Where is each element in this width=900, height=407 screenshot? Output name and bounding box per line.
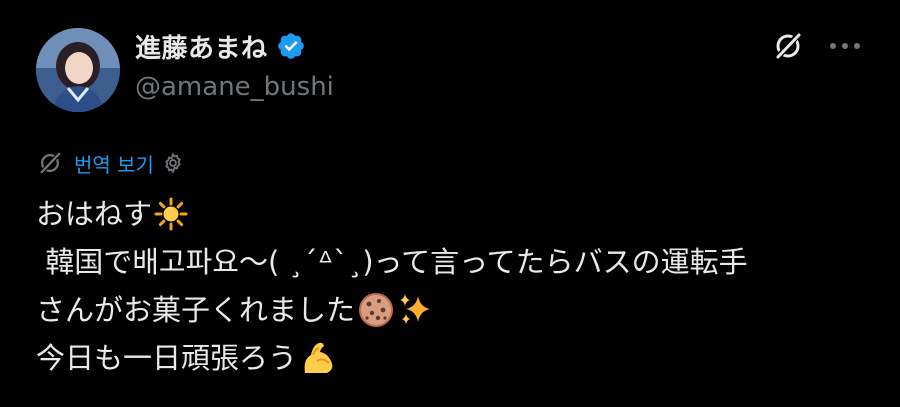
- gear-icon[interactable]: [162, 152, 184, 174]
- tweet-line-3: さんがお菓子くれました: [36, 286, 886, 334]
- translate-row[interactable]: 번역 보기: [36, 148, 184, 178]
- sun-emoji: [154, 197, 188, 231]
- tweet-line-text: 今日も一日頑張ろう: [36, 341, 298, 375]
- tweet-line-text: さんがお菓子くれました: [36, 293, 356, 327]
- tweet-line-text: 韓国で배고파요〜( ¸´ᐞ`¸)って言ってたらバスの運転手: [36, 245, 748, 279]
- show-translation-link[interactable]: 번역 보기: [74, 149, 154, 178]
- tweet-page: 進藤あまね @amane_bushi 번역 보기 おはねす 韓国で배고파요〜(…: [0, 0, 900, 407]
- tweet-line-text: おはねす: [36, 197, 153, 231]
- grok-translate-icon: [39, 151, 62, 175]
- grok-icon[interactable]: [772, 30, 804, 62]
- sparkles-emoji: [400, 294, 431, 324]
- more-options-icon[interactable]: [828, 38, 862, 54]
- tweet-line-2: 韓国で배고파요〜( ¸´ᐞ`¸)って言ってたらバスの運転手: [36, 238, 886, 286]
- flexed-biceps-emoji: [304, 342, 333, 373]
- display-name-row[interactable]: 進藤あまね: [135, 28, 306, 65]
- tweet-line-1: おはねす: [36, 190, 886, 238]
- display-name[interactable]: 進藤あまね: [135, 28, 268, 65]
- tweet-line-4: 今日も一日頑張ろう: [36, 334, 886, 382]
- tweet-text: おはねす 韓国で배고파요〜( ¸´ᐞ`¸)って言ってたらバスの運転手 さんがお菓…: [36, 190, 886, 382]
- verified-badge-icon: [277, 33, 304, 59]
- user-handle[interactable]: @amane_bushi: [135, 72, 334, 102]
- cookie-emoji: [359, 293, 394, 327]
- avatar[interactable]: [36, 28, 120, 112]
- avatar-image: [36, 28, 120, 112]
